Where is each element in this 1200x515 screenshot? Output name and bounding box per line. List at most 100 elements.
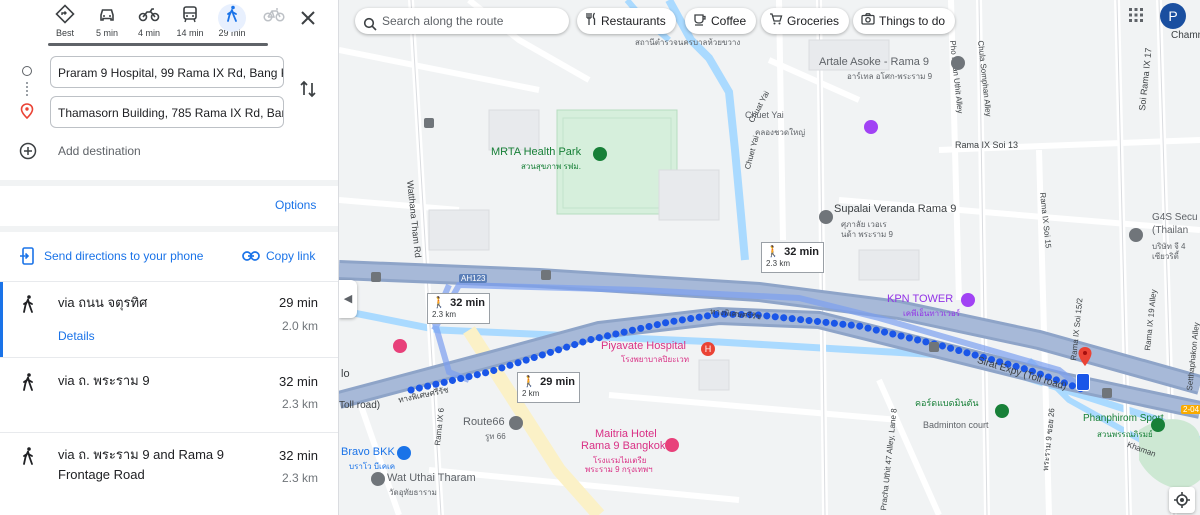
copy-link[interactable]: Copy link <box>266 249 315 263</box>
mode-best[interactable]: Best <box>45 4 85 44</box>
route-time: 32 min <box>278 448 318 463</box>
route-option-3[interactable]: via ถ. พระราม 9 and Rama 9 Frontage Road… <box>0 432 338 515</box>
route-time: 32 min <box>278 374 318 389</box>
shopping-icon[interactable] <box>393 339 407 353</box>
entertainment-icon[interactable] <box>864 120 878 134</box>
map-canvas[interactable]: Toll road) ทางพิเศษศรีรัช Sirat Expy (To… <box>339 0 1200 515</box>
details-link[interactable]: Details <box>58 329 95 343</box>
chip-groceries[interactable]: Groceries <box>761 8 850 34</box>
callout-distance: 2.3 km <box>766 259 791 268</box>
hospital-icon[interactable]: H <box>701 342 715 356</box>
destination-field[interactable]: Thamasorn Building, 785 Rama IX Rd, Ban <box>50 96 284 128</box>
chip-things-to-do[interactable]: Things to do <box>853 8 956 35</box>
search-placeholder: Search along the route <box>382 14 504 28</box>
place-marker-icon[interactable] <box>819 210 833 224</box>
artale-label[interactable]: Artale Asoke - Rama 9 <box>819 56 929 68</box>
route-time-callout[interactable]: 🚶 32 min 2.3 km <box>427 293 491 324</box>
phanphirom-thai-label: สวนพรรณภิรมย์ <box>1097 430 1153 439</box>
send-to-phone-icon[interactable] <box>20 247 36 270</box>
place-marker-icon[interactable] <box>509 416 523 430</box>
chip-label: Coffee <box>711 14 747 28</box>
park-icon[interactable] <box>1151 418 1165 432</box>
temple-icon[interactable] <box>371 472 385 486</box>
route-distance: 2.3 km <box>281 397 318 411</box>
swap-icon[interactable] <box>298 78 318 105</box>
route-dots <box>26 82 30 96</box>
options-link[interactable]: Options <box>275 198 316 212</box>
building-icon[interactable] <box>961 293 975 307</box>
travel-mode-bar: Best 5 min 4 min 14 min 29 min <box>0 0 338 46</box>
route-distance: 2.3 km <box>281 471 318 485</box>
toll-road-label: Toll road) <box>339 400 381 411</box>
mode-motorcycle[interactable]: 4 min <box>129 4 169 44</box>
ah123-shield: AH123 <box>459 274 488 283</box>
place-marker-icon[interactable] <box>951 56 965 70</box>
route66-label[interactable]: Route66 <box>463 416 505 428</box>
divider <box>0 180 338 186</box>
store-icon[interactable] <box>397 446 411 460</box>
add-destination-label[interactable]: Add destination <box>58 144 141 158</box>
destination-pin-icon <box>20 103 34 124</box>
walk-icon <box>20 294 36 319</box>
link-icon[interactable] <box>242 249 260 267</box>
hotel-icon[interactable] <box>665 438 679 452</box>
add-destination-icon[interactable] <box>19 142 37 165</box>
mrta-park-label[interactable]: MRTA Health Park <box>491 146 581 158</box>
route66-thai-label: รูท 66 <box>485 432 506 441</box>
modes-scrollbar[interactable] <box>48 43 268 46</box>
chip-restaurants[interactable]: Restaurants <box>577 8 676 34</box>
bus-stop-icon[interactable] <box>541 270 551 280</box>
artale-thai-label: อาร์เทล อโศก-พระราม 9 <box>847 72 933 81</box>
route-shield: 2-04 <box>1181 405 1200 414</box>
mode-walking[interactable]: 29 min <box>212 4 252 44</box>
bus-stop-icon[interactable] <box>371 272 381 282</box>
my-location-button[interactable] <box>1169 487 1195 513</box>
mode-transit[interactable]: 14 min <box>170 4 210 44</box>
callout-distance: 2.3 km <box>432 310 457 319</box>
supalai-label[interactable]: Supalai Veranda Rama 9 <box>834 203 956 215</box>
bus-stop-icon[interactable] <box>424 118 434 128</box>
mode-label: 14 min <box>176 28 204 38</box>
mode-cycling[interactable] <box>254 4 294 44</box>
kpn-tower-label[interactable]: KPN TOWER <box>887 293 953 305</box>
bus-stop-icon[interactable] <box>929 342 939 352</box>
origin-circle-icon <box>22 66 32 76</box>
park-icon[interactable] <box>593 147 607 161</box>
maitria-label[interactable]: Maitria Hotel <box>595 428 657 440</box>
motorcycle-icon <box>129 4 169 28</box>
destination-pin-icon[interactable] <box>1078 347 1092 372</box>
collapse-panel-button[interactable]: ◀ <box>339 280 357 318</box>
bus-stop-icon[interactable] <box>1102 388 1112 398</box>
partial-label: lo <box>341 368 350 380</box>
mode-driving[interactable]: 5 min <box>87 4 127 44</box>
route-option-2[interactable]: via ถ. พระราม 9 32 min 2.3 km <box>0 357 338 433</box>
origin-field[interactable]: Praram 9 Hospital, 99 Rama IX Rd, Bang K <box>50 56 284 88</box>
route-via: via ถ. พระราม 9 and Rama 9 Frontage Road <box>58 447 224 482</box>
route-time-callout[interactable]: 🚶 32 min 2.3 km <box>761 242 825 273</box>
camera-icon <box>861 9 875 35</box>
search-along-route-input[interactable]: Search along the route <box>355 8 569 34</box>
close-icon[interactable] <box>296 6 320 30</box>
callout-distance: 2 km <box>522 389 540 398</box>
maitria-label: Rama 9 Bangkok <box>581 440 666 452</box>
g4s-label[interactable]: G4S Secu <box>1152 212 1198 223</box>
locate-icon <box>1174 492 1190 508</box>
bravo-label[interactable]: Bravo BKK <box>341 446 395 458</box>
place-marker-icon[interactable] <box>1129 228 1143 242</box>
wat-uthai-label[interactable]: Wat Uthai Tharam <box>387 472 476 484</box>
police-station-label: สถานีตำรวจนครบาลห้วยขวาง <box>635 38 741 47</box>
send-directions-link[interactable]: Send directions to your phone <box>44 249 203 263</box>
chip-coffee[interactable]: Coffee <box>685 8 757 34</box>
piyavate-label[interactable]: Piyavate Hospital <box>601 340 686 352</box>
soi13-label: Rama IX Soi 13 <box>955 140 1019 150</box>
kpn-thai-label: เคพีเอ็นทาวเวอร์ <box>903 309 960 318</box>
directions-panel: Best 5 min 4 min 14 min 29 min Praram 9 … <box>0 0 339 515</box>
bicycle-icon <box>254 4 294 28</box>
mode-label: 5 min <box>95 28 118 38</box>
account-avatar[interactable]: P <box>1160 3 1186 29</box>
apps-grid-icon[interactable] <box>1129 8 1143 22</box>
origin-marker[interactable] <box>1076 373 1090 391</box>
route-time-callout[interactable]: 🚶 29 min 2 km <box>517 372 581 403</box>
sports-icon[interactable] <box>995 404 1009 418</box>
route-option-1[interactable]: via ถนน จตุรทิศ 29 min 2.0 km Details <box>0 281 338 358</box>
